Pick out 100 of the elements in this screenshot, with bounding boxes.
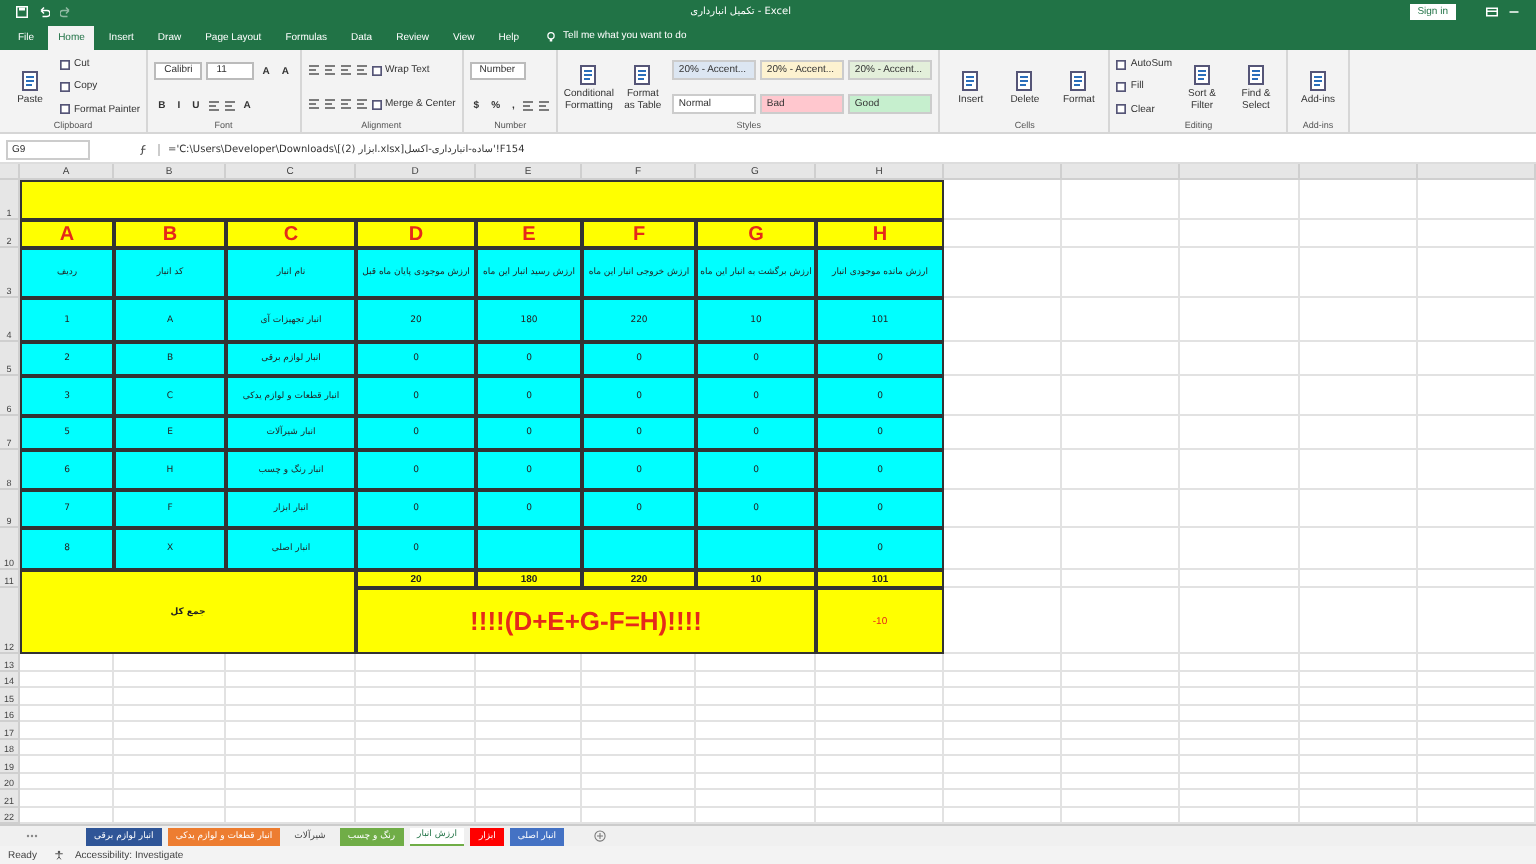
empty-cell[interactable]: [1299, 739, 1418, 756]
empty-cell[interactable]: [816, 739, 944, 756]
empty-cell[interactable]: [476, 688, 582, 705]
empty-cell[interactable]: [816, 705, 944, 722]
empty-cell[interactable]: [1417, 688, 1536, 705]
empty-cell[interactable]: [1180, 342, 1300, 376]
empty-cell[interactable]: [1417, 790, 1536, 807]
empty-cell[interactable]: [944, 773, 1063, 790]
empty-cell[interactable]: [1417, 490, 1536, 528]
empty-cell[interactable]: [1299, 722, 1418, 739]
column-header[interactable]: [944, 164, 1063, 180]
empty-cell[interactable]: [1180, 739, 1300, 756]
empty-cell[interactable]: [1180, 416, 1300, 450]
empty-cell[interactable]: [1417, 756, 1536, 773]
empty-cell[interactable]: [1417, 342, 1536, 376]
empty-cell[interactable]: [1299, 342, 1418, 376]
empty-cell[interactable]: [944, 790, 1063, 807]
empty-cell[interactable]: [1299, 756, 1418, 773]
empty-cell[interactable]: [1180, 376, 1300, 416]
empty-cell[interactable]: [582, 790, 696, 807]
empty-cell[interactable]: [1062, 248, 1181, 298]
empty-cell[interactable]: [114, 756, 226, 773]
empty-cell[interactable]: [582, 688, 696, 705]
save-icon[interactable]: [16, 5, 28, 17]
empty-cell[interactable]: [1180, 671, 1300, 688]
empty-cell[interactable]: [944, 688, 1063, 705]
empty-cell[interactable]: [1062, 739, 1181, 756]
empty-cell[interactable]: [1180, 722, 1300, 739]
empty-cell[interactable]: [1062, 298, 1181, 342]
empty-cell[interactable]: [582, 756, 696, 773]
empty-cell[interactable]: [226, 739, 356, 756]
empty-cell[interactable]: [1417, 705, 1536, 722]
empty-cell[interactable]: [226, 722, 356, 739]
empty-cell[interactable]: [1180, 570, 1300, 588]
empty-cell[interactable]: [696, 671, 816, 688]
empty-cell[interactable]: [476, 756, 582, 773]
ribbon-display-icon[interactable]: [1486, 5, 1498, 17]
empty-cell[interactable]: [1062, 528, 1181, 570]
empty-cell[interactable]: [1299, 220, 1418, 248]
empty-cell[interactable]: [1417, 416, 1536, 450]
empty-cell[interactable]: [1417, 528, 1536, 570]
empty-cell[interactable]: [582, 773, 696, 790]
empty-cell[interactable]: [114, 688, 226, 705]
empty-cell[interactable]: [476, 739, 582, 756]
empty-cell[interactable]: [944, 705, 1063, 722]
empty-cell[interactable]: [696, 705, 816, 722]
empty-cell[interactable]: [1299, 490, 1418, 528]
empty-cell[interactable]: [944, 654, 1063, 671]
align-icon[interactable]: [339, 98, 351, 110]
empty-cell[interactable]: [114, 671, 226, 688]
empty-cell[interactable]: [696, 773, 816, 790]
empty-cell[interactable]: [356, 722, 476, 739]
empty-cell[interactable]: [356, 739, 476, 756]
column-header[interactable]: [1299, 164, 1418, 180]
empty-cell[interactable]: [1299, 773, 1418, 790]
empty-cell[interactable]: [816, 790, 944, 807]
empty-cell[interactable]: [816, 671, 944, 688]
empty-cell[interactable]: [1417, 722, 1536, 739]
empty-cell[interactable]: [356, 671, 476, 688]
empty-cell[interactable]: [114, 705, 226, 722]
empty-cell[interactable]: [816, 688, 944, 705]
empty-cell[interactable]: [1417, 588, 1536, 654]
empty-cell[interactable]: [1180, 220, 1300, 248]
more-sheets-icon[interactable]: [24, 832, 40, 840]
add-sheet-icon[interactable]: [594, 830, 607, 842]
empty-cell[interactable]: [582, 671, 696, 688]
empty-cell[interactable]: [1299, 688, 1418, 705]
empty-cell[interactable]: [1062, 570, 1181, 588]
empty-cell[interactable]: [1180, 248, 1300, 298]
empty-cell[interactable]: [1417, 298, 1536, 342]
empty-cell[interactable]: [356, 688, 476, 705]
empty-cell[interactable]: [1417, 654, 1536, 671]
function-icon[interactable]: [138, 144, 150, 156]
empty-cell[interactable]: [1062, 450, 1181, 490]
empty-cell[interactable]: [226, 671, 356, 688]
empty-cell[interactable]: [1062, 220, 1181, 248]
empty-cell[interactable]: [1062, 416, 1181, 450]
empty-cell[interactable]: [1180, 688, 1300, 705]
empty-cell[interactable]: [1417, 570, 1536, 588]
empty-cell[interactable]: [1299, 416, 1418, 450]
empty-cell[interactable]: [1417, 180, 1536, 220]
align-icon[interactable]: [355, 98, 367, 110]
empty-cell[interactable]: [1417, 450, 1536, 490]
align-icon[interactable]: [355, 64, 367, 76]
empty-cell[interactable]: [1299, 588, 1418, 654]
empty-cell[interactable]: [696, 688, 816, 705]
empty-cell[interactable]: [696, 756, 816, 773]
empty-cell[interactable]: [1299, 790, 1418, 807]
empty-cell[interactable]: [696, 790, 816, 807]
empty-cell[interactable]: [356, 705, 476, 722]
empty-cell[interactable]: [944, 739, 1063, 756]
empty-cell[interactable]: [1180, 528, 1300, 570]
empty-cell[interactable]: [944, 671, 1063, 688]
align-icon[interactable]: [223, 99, 236, 112]
empty-cell[interactable]: [1062, 342, 1181, 376]
empty-cell[interactable]: [226, 688, 356, 705]
empty-cell[interactable]: [1062, 705, 1181, 722]
empty-cell[interactable]: [582, 739, 696, 756]
empty-cell[interactable]: [226, 756, 356, 773]
empty-cell[interactable]: [1180, 180, 1300, 220]
